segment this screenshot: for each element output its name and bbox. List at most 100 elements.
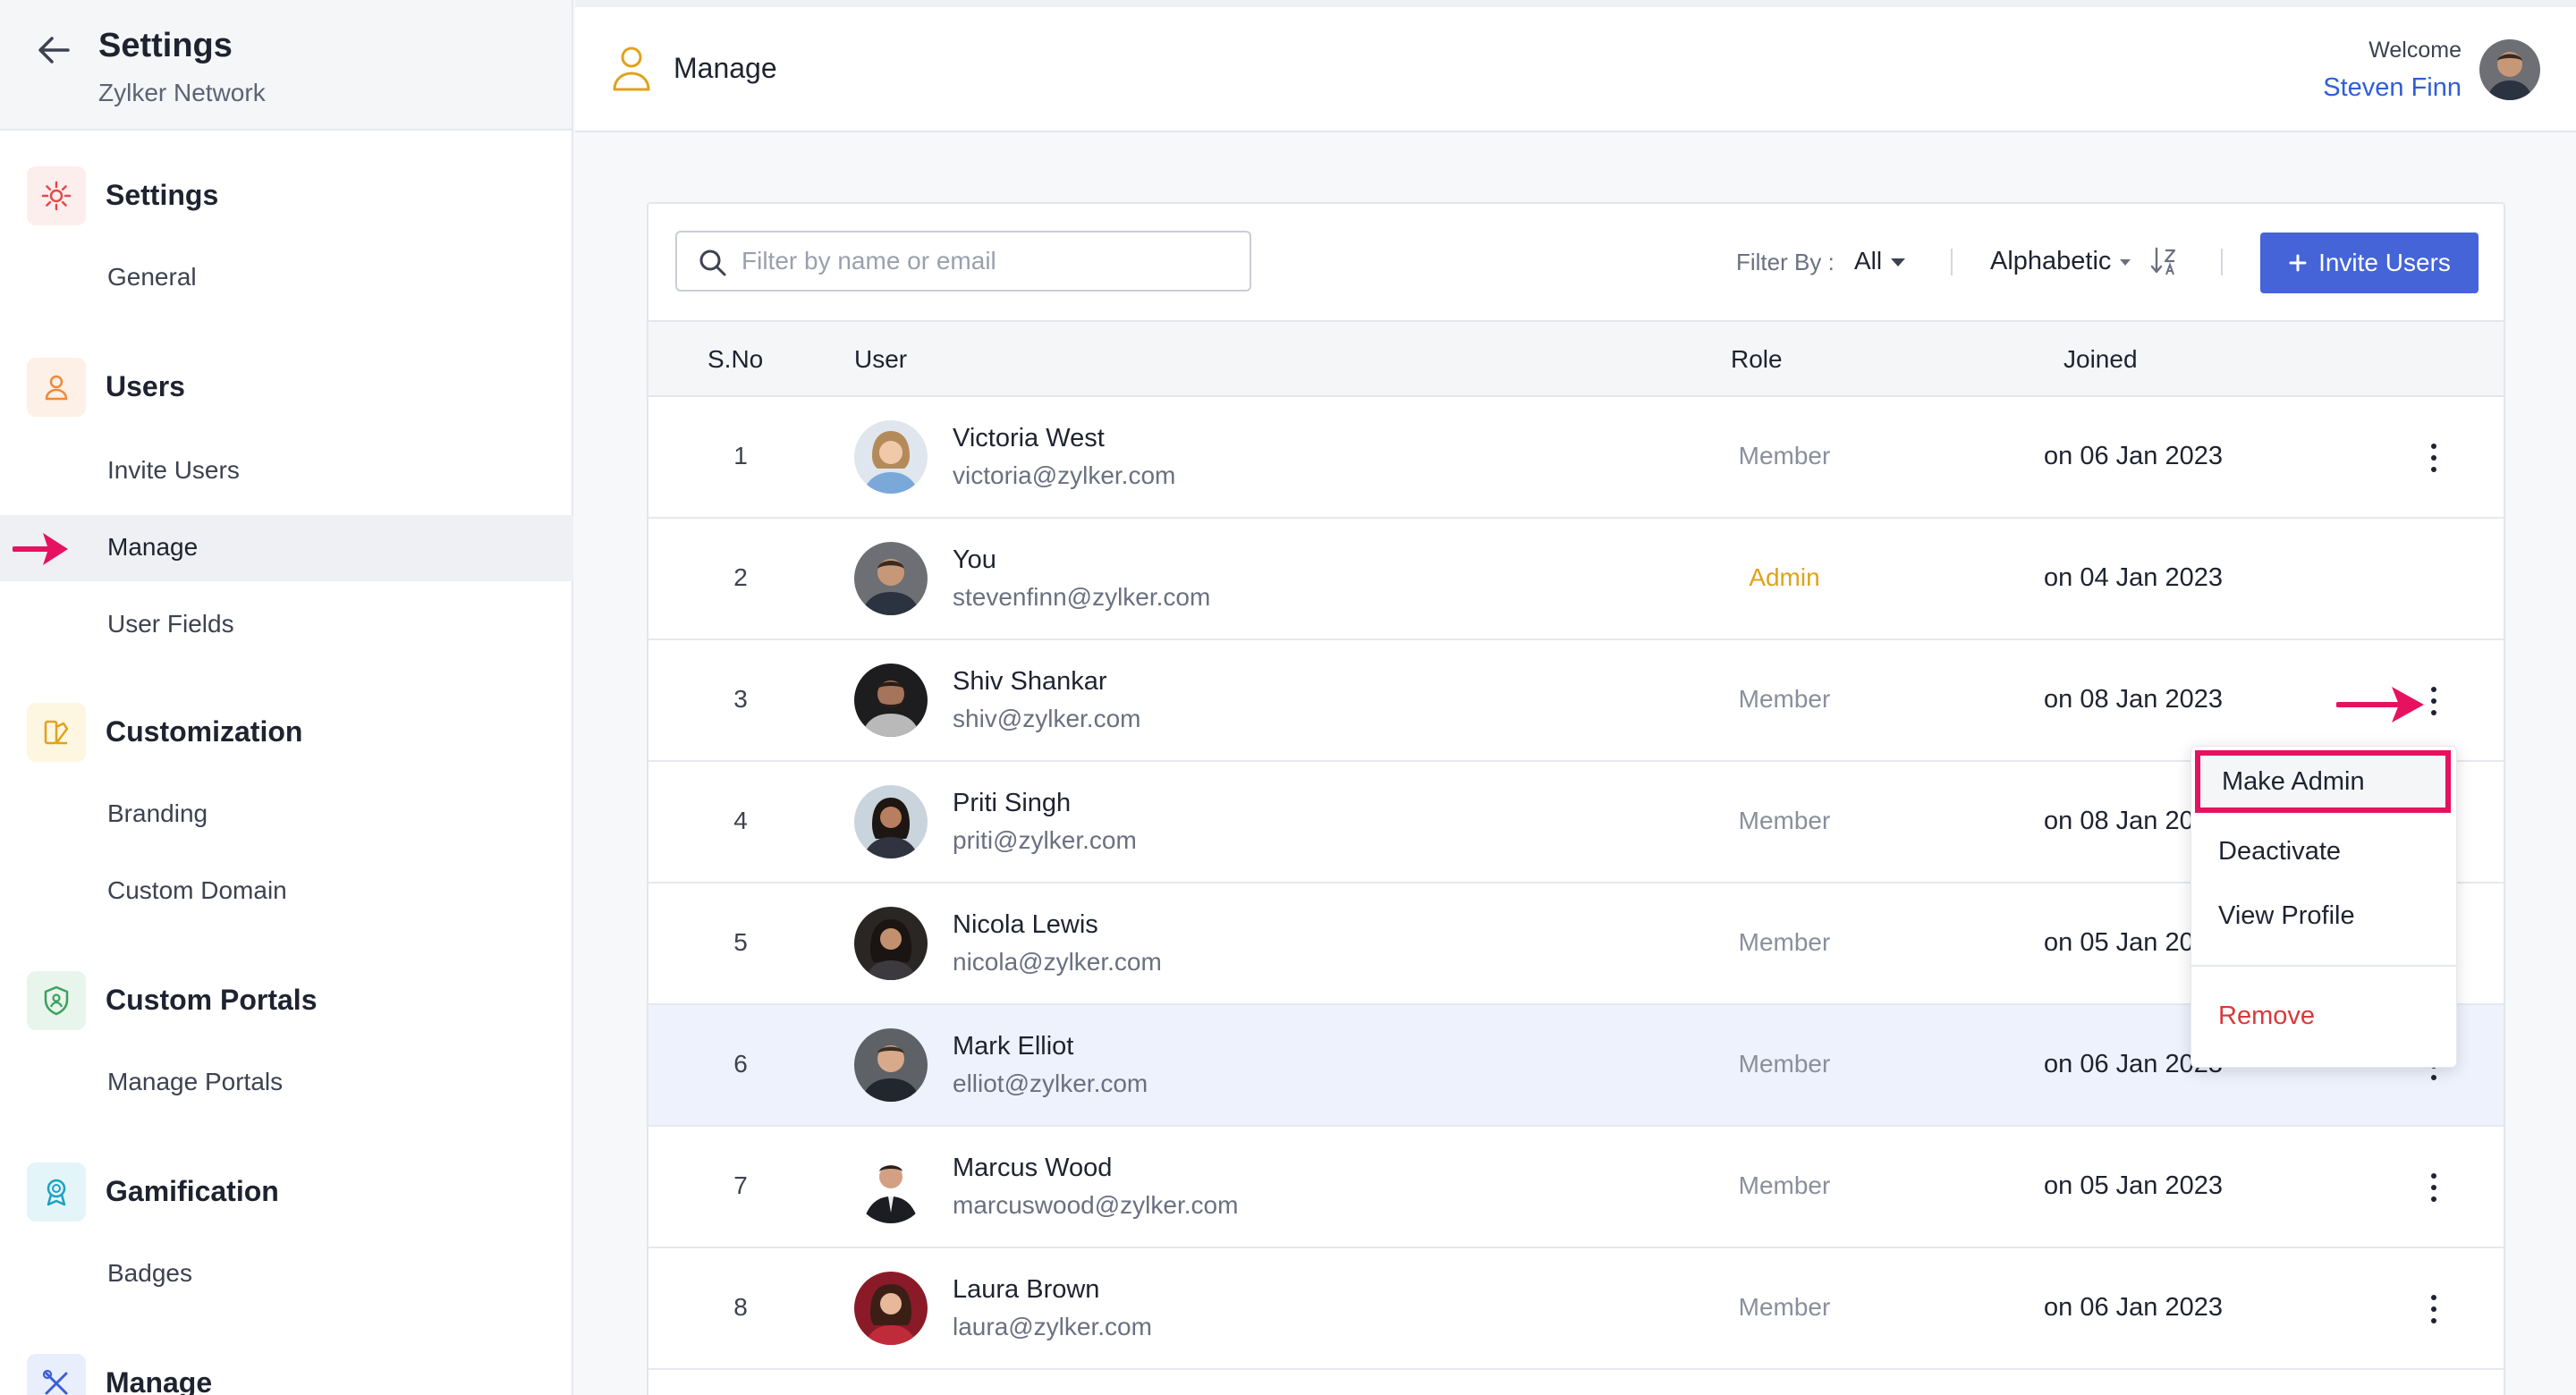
sort-value: Alphabetic [1990,247,2112,275]
pointer-arrow-icon [13,533,68,565]
user-name: Victoria West [953,424,1105,452]
avatar [854,542,928,615]
sidebar-item-manage[interactable]: Manage [0,515,573,581]
user-name: Nicola Lewis [953,910,1098,939]
sidebar-item-branding[interactable]: Branding [0,782,573,848]
deactivate-menu-item[interactable]: Deactivate [2191,820,2456,883]
column-header-sno: S.No [708,345,764,373]
user-email: laura@zylker.com [953,1313,1152,1340]
user-icon [613,46,650,91]
sidebar-item-badges[interactable]: Badges [0,1241,573,1307]
welcome-label: Welcome [2368,38,2462,63]
user-email: priti@zylker.com [953,826,1137,854]
avatar [854,1028,928,1102]
sidebar-group-gamification: Gamification [0,1154,573,1230]
user-name: Mark Elliot [953,1032,1074,1061]
avatar [854,1150,928,1223]
view-profile-menu-item[interactable]: View Profile [2191,884,2456,947]
search-icon [699,249,726,276]
table-row[interactable]: 2 You stevenfinn@zylker.com Admin on 04 … [648,519,2504,640]
menu-divider [2191,965,2456,967]
badge-icon [27,1162,86,1222]
user-name: Marcus Wood [953,1154,1113,1182]
network-name: Zylker Network [98,79,266,106]
make-admin-menu-item[interactable]: Make Admin [2195,750,2451,813]
row-number: 3 [733,685,748,713]
sidebar-item-label: General [107,263,197,291]
invite-users-button[interactable]: Invite Users [2260,232,2479,293]
avatar [854,1272,928,1345]
user-email: nicola@zylker.com [953,948,1162,976]
caret-down-icon [2120,258,2131,266]
avatar [854,907,928,980]
user-name: Shiv Shankar [953,667,1107,696]
filter-label: Filter By : [1736,249,1835,275]
top-bar: Manage Welcome Steven Finn [575,0,2576,132]
tools-icon [27,1354,86,1395]
gear-icon [27,166,86,225]
user-name: You [953,545,996,574]
avatar [854,664,928,737]
user-role: Member [1738,807,1831,834]
column-header-role[interactable]: Role [1731,345,1783,374]
divider [1951,249,1953,275]
column-header-joined[interactable]: Joined [2063,345,2138,374]
sidebar-item-general[interactable]: General [0,245,573,311]
row-number: 8 [733,1293,748,1321]
row-number: 1 [733,442,748,469]
user-icon [27,358,86,417]
row-number: 2 [733,563,748,591]
user-role: Member [1738,1050,1831,1078]
joined-date: on 04 Jan 2023 [2044,563,2223,592]
sidebar-group-label: Gamification [106,1175,279,1207]
sidebar-group-label: Settings [106,179,219,211]
user-role: Member [1738,685,1831,713]
sidebar: Settings Zylker Network Settings General… [0,0,573,1395]
pointer-arrow-icon [2336,687,2424,723]
portal-shield-icon [27,971,86,1030]
customization-icon [27,703,86,762]
toolbar: Filter By : All Alphabetic Invite Users [648,204,2504,320]
sidebar-item-manage-portals[interactable]: Manage Portals [0,1050,573,1116]
sidebar-item-custom-domain[interactable]: Custom Domain [0,858,573,925]
sidebar-group-customization: Customization [0,694,573,771]
sidebar-item-invite-users[interactable]: Invite Users [0,438,573,504]
table-row[interactable]: 1 Victoria West victoria@zylker.com Memb… [648,397,2504,519]
joined-date: on 05 Jan 2023 [2044,1171,2223,1200]
table-row[interactable]: 8 Laura Brown laura@zylker.com Member on… [648,1248,2504,1370]
current-user-name[interactable]: Steven Finn [2323,73,2462,103]
sidebar-item-label: Badges [107,1259,192,1287]
user-role: Member [1738,1171,1831,1199]
invite-users-label: Invite Users [2318,249,2451,276]
search-input[interactable] [741,241,1224,281]
user-email: victoria@zylker.com [953,461,1176,489]
row-number: 5 [733,928,748,956]
filter-dropdown[interactable]: All [1854,247,1906,275]
plus-icon [2289,254,2307,272]
table-row[interactable]: 7 Marcus Wood marcuswood@zylker.com Memb… [648,1127,2504,1248]
joined-date: on 08 Jan 2023 [2044,685,2223,714]
page-title: Manage [674,52,777,84]
sort-order-icon[interactable] [2149,245,2178,277]
sort-dropdown[interactable]: Alphabetic [1990,247,2131,276]
back-arrow-icon[interactable] [36,32,72,68]
sidebar-group-label: Manage [106,1366,213,1395]
table-header: S.No User Role Joined [648,320,2504,397]
avatar [854,420,928,494]
joined-date: on 06 Jan 2023 [2044,1293,2223,1322]
avatar[interactable] [2479,39,2540,100]
divider [2221,249,2223,275]
user-role: Member [1738,928,1831,956]
sidebar-group-manage: Manage [0,1345,573,1395]
sidebar-title: Settings [98,27,233,64]
more-options-icon[interactable] [2425,1293,2443,1325]
more-options-icon[interactable] [2425,1171,2443,1204]
more-options-icon[interactable] [2425,685,2443,717]
sidebar-item-user-fields[interactable]: User Fields [0,592,573,658]
sidebar-item-label: Custom Domain [107,876,287,904]
sidebar-header: Settings Zylker Network [0,0,572,131]
sidebar-group-label: Custom Portals [106,984,318,1016]
more-options-icon[interactable] [2425,442,2443,474]
remove-menu-item[interactable]: Remove [2191,985,2456,1047]
table-row[interactable]: 3 Shiv Shankar shiv@zylker.com Member on… [648,640,2504,762]
